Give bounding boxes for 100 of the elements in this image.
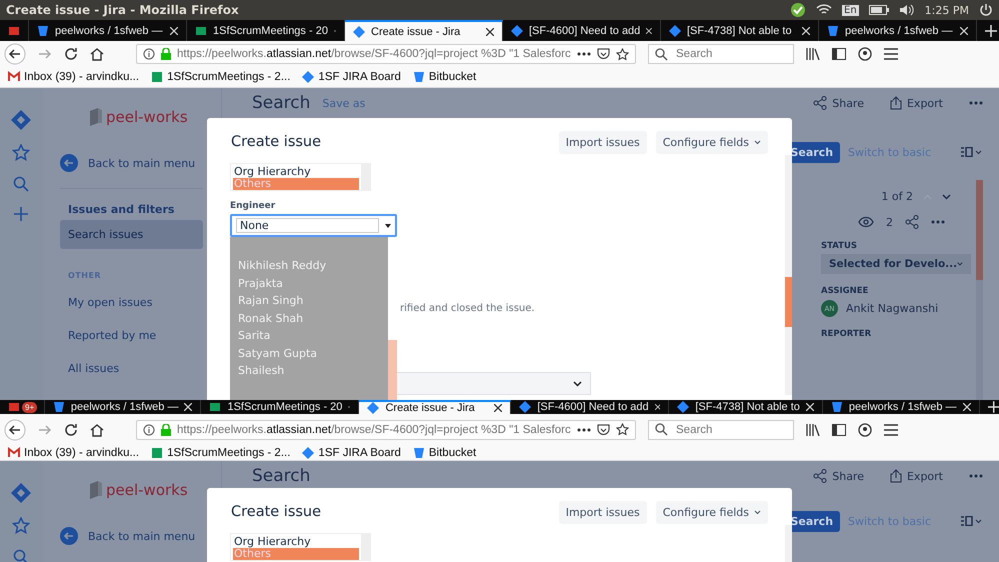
import-issues-button[interactable]: Import issues: [558, 130, 647, 154]
reload-icon[interactable]: [64, 47, 78, 61]
sidebar-item[interactable]: Search issues: [60, 220, 203, 249]
clock[interactable]: 1:25 PM: [924, 4, 969, 16]
back-link[interactable]: Back to main menu: [60, 154, 203, 172]
new-tab-icon[interactable]: [985, 24, 997, 36]
share-icon[interactable]: [905, 215, 919, 229]
logo-icon: [90, 481, 102, 499]
chevron-down-icon[interactable]: [942, 194, 951, 200]
tab-title: [SF-4600] Need to add: [537, 401, 649, 413]
url-field[interactable]: https://peelworks.atlassian.net/browse/SF-4600?jql=project %3D "1 Salesforc: [136, 420, 636, 440]
star-icon[interactable]: [616, 423, 629, 436]
tab-title: peelworks / 1sfweb —: [848, 401, 957, 413]
volume-icon[interactable]: [898, 4, 915, 16]
sidebar-item[interactable]: All issues: [60, 354, 203, 383]
export-icon: [890, 469, 902, 483]
back-icon[interactable]: [4, 43, 26, 65]
back-link[interactable]: Back to main menu: [60, 527, 203, 545]
star-icon[interactable]: [616, 48, 629, 60]
power-icon[interactable]: [979, 3, 993, 17]
plus-icon[interactable]: [13, 206, 29, 222]
favicon-icon: [37, 24, 49, 36]
close-icon[interactable]: [494, 404, 502, 412]
keyboard-language[interactable]: En: [842, 4, 859, 16]
info-icon[interactable]: [143, 48, 155, 60]
configure-fields-button[interactable]: Configure fields: [656, 130, 768, 154]
scrollbar-thumb[interactable]: [388, 340, 397, 400]
section-heading: Issues and filters: [68, 203, 176, 216]
jira-logo-icon[interactable]: [11, 110, 31, 130]
reload-icon[interactable]: [64, 422, 78, 436]
menu-icon[interactable]: [884, 424, 898, 436]
search-field[interactable]: Search: [648, 44, 794, 64]
tab-title: peelworks / 1sfweb —: [70, 401, 178, 413]
browser-tab[interactable]: Create issue - Jira: [359, 400, 512, 414]
bookmark[interactable]: 1SfScrumMeetings - 2...: [151, 446, 290, 458]
sidebar-icon[interactable]: [832, 48, 846, 60]
favicon-icon: [209, 401, 222, 413]
search-icon[interactable]: [13, 176, 29, 192]
tab-title: [SF-4738] Not able to: [695, 401, 800, 413]
status-dropdown[interactable]: Selected for Develo...: [821, 254, 971, 274]
export-icon: [890, 96, 902, 110]
menu-icon[interactable]: [884, 48, 898, 60]
share-button[interactable]: Share: [813, 469, 864, 483]
back-label: Back to main menu: [88, 530, 196, 542]
import-issues-button[interactable]: Import issues: [558, 500, 647, 524]
browser-tab[interactable]: Create issue - Jira: [345, 20, 503, 41]
scrollbar-thumb[interactable]: [785, 277, 792, 327]
star-icon[interactable]: [12, 517, 30, 535]
favicon-icon: [151, 446, 164, 458]
layout-icon[interactable]: [961, 516, 983, 526]
battery-icon[interactable]: [868, 5, 889, 15]
list-option[interactable]: Org Hierarchy: [233, 166, 359, 178]
bookmark[interactable]: 1SF JIRA Board: [302, 71, 401, 83]
bookmark[interactable]: 1SF JIRA Board: [302, 446, 401, 458]
bookmark[interactable]: 1SfScrumMeetings - 2...: [151, 71, 290, 83]
bookmark[interactable]: Bitbucket: [412, 446, 476, 458]
export-button[interactable]: Export: [890, 96, 943, 110]
share-button[interactable]: Share: [813, 96, 864, 110]
share-icon: [813, 469, 828, 483]
account-icon[interactable]: [858, 422, 872, 436]
pocket-icon[interactable]: [597, 48, 610, 60]
configure-fields-button[interactable]: Configure fields: [656, 500, 768, 524]
bookmark[interactable]: Bitbucket: [412, 71, 476, 83]
list-box[interactable]: Org Hierarchy Others: [230, 163, 371, 191]
close-icon[interactable]: [486, 28, 494, 36]
library-icon[interactable]: [806, 48, 820, 60]
library-icon[interactable]: [806, 424, 820, 436]
pocket-icon[interactable]: [597, 424, 610, 436]
scrollbar-thumb[interactable]: [976, 180, 983, 280]
more-icon[interactable]: [577, 52, 591, 56]
jira-logo-icon[interactable]: [11, 483, 31, 503]
back-icon[interactable]: [4, 418, 26, 440]
sidebar-item[interactable]: Reported by me: [60, 321, 203, 350]
list-box[interactable]: Org Hierarchy Others: [230, 533, 371, 561]
more-icon[interactable]: [577, 428, 591, 432]
dialog-title: Create issue: [231, 134, 322, 150]
account-icon[interactable]: [858, 47, 872, 61]
scrollbar[interactable]: [976, 180, 983, 400]
select-field[interactable]: None: [230, 214, 397, 237]
back-label: Back to main menu: [88, 156, 196, 170]
search-icon: [655, 48, 668, 60]
update-icon[interactable]: [790, 2, 806, 18]
sidebar-item[interactable]: My open issues: [60, 288, 203, 317]
list-option[interactable]: Org Hierarchy: [233, 536, 359, 548]
new-tab-icon[interactable]: [988, 401, 999, 413]
info-icon[interactable]: [143, 424, 155, 436]
home-icon[interactable]: [90, 422, 104, 436]
scrollbar[interactable]: [785, 155, 792, 395]
wifi-icon[interactable]: [816, 4, 832, 16]
url-field[interactable]: https://peelworks.atlassian.net/browse/SF-4600?jql=project %3D "1 Salesforc: [136, 44, 636, 64]
home-icon[interactable]: [90, 47, 104, 61]
bookmark[interactable]: Inbox (39) - arvindku...: [8, 71, 140, 83]
sidebar-icon[interactable]: [832, 424, 846, 436]
search-icon[interactable]: [13, 549, 29, 562]
layout-icon[interactable]: [961, 147, 983, 157]
export-button[interactable]: Export: [890, 469, 943, 483]
bookmark[interactable]: Inbox (39) - arvindku...: [8, 446, 140, 458]
star-icon[interactable]: [12, 144, 30, 162]
eye-icon[interactable]: [858, 216, 874, 228]
search-field[interactable]: Search: [648, 420, 794, 440]
